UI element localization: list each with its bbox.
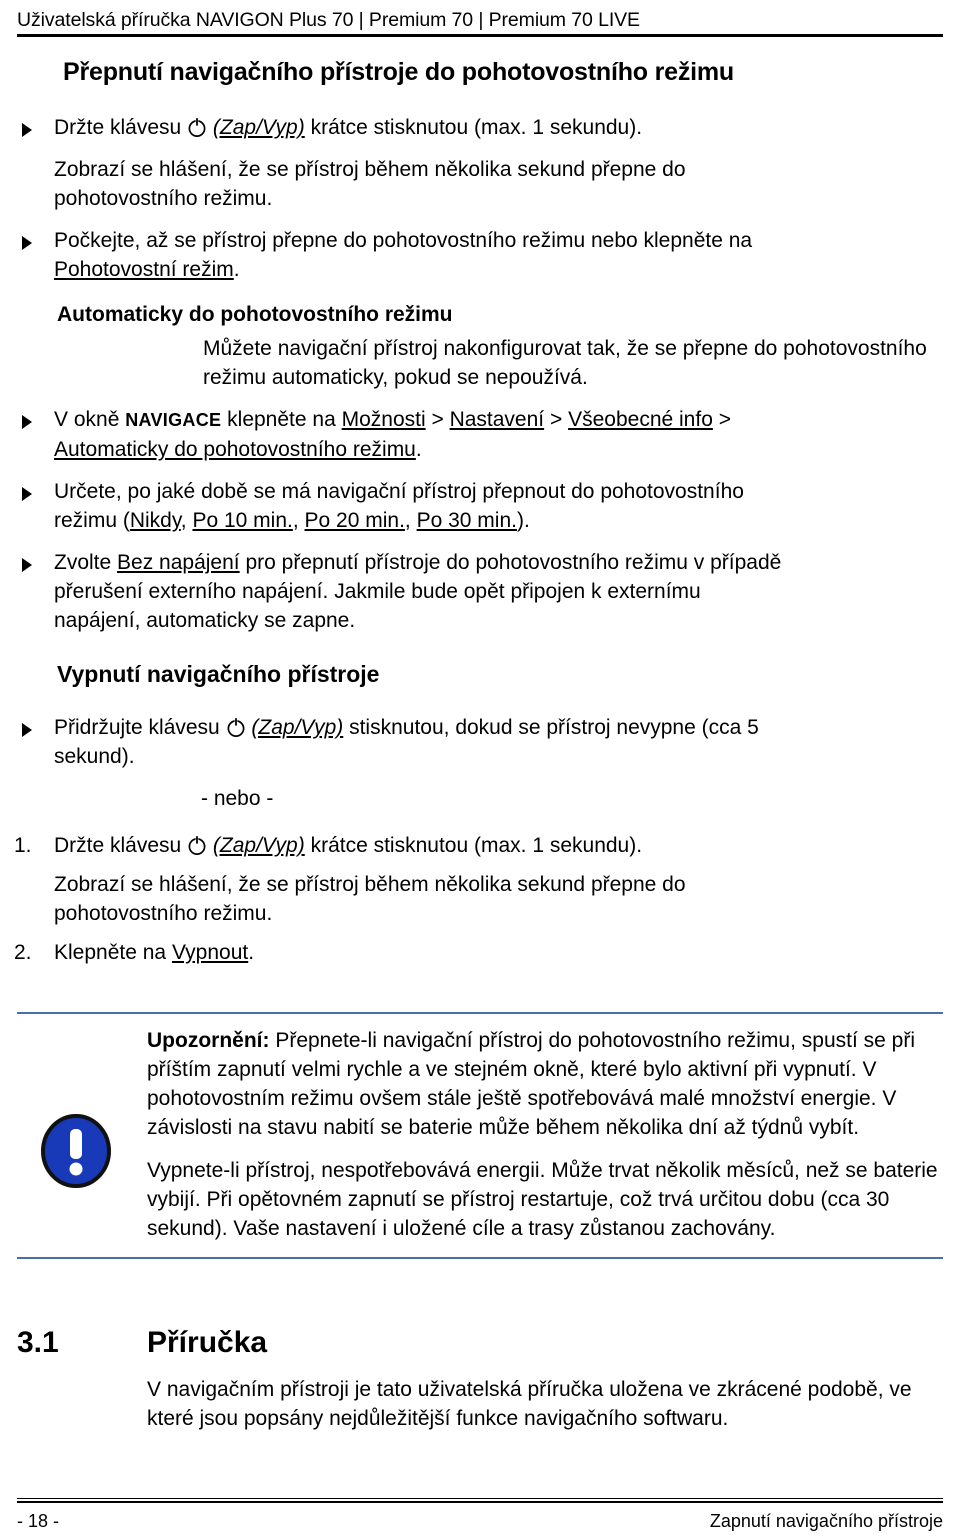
page-number: - 18 - bbox=[17, 1511, 60, 1531]
menu-link-vypnout[interactable]: Vypnout bbox=[172, 941, 248, 964]
note-box: Upozornění: Přepnete-li navigační přístr… bbox=[17, 1012, 943, 1259]
info-exclamation-icon bbox=[39, 1112, 113, 1190]
shutdown-bullet-list: Přidržujte klávesu (Zap/Vyp) stisknutou,… bbox=[0, 713, 800, 771]
list-number: 2. bbox=[14, 941, 32, 964]
bullet-text-post: ). bbox=[516, 509, 530, 532]
list-item: V okně Navigace klepněte na Možnosti > N… bbox=[0, 405, 790, 464]
section-heading: 3.1 Příručka bbox=[0, 1325, 960, 1361]
shutdown-heading: Vypnutí navigačního přístroje bbox=[57, 661, 380, 687]
list-item: 1. Držte klávesu (Zap/Vyp) krátce stiskn… bbox=[0, 831, 800, 860]
page-footer: - 18 - Zapnutí navigačního přístroje bbox=[17, 1498, 943, 1532]
option-po-20-min[interactable]: Po 20 min. bbox=[305, 509, 405, 532]
page-title: Přepnutí navigačního přístroje do pohoto… bbox=[63, 58, 734, 86]
list-item: Přidržujte klávesu (Zap/Vyp) stisknutou,… bbox=[0, 713, 800, 771]
section-title: Příručka bbox=[147, 1326, 268, 1359]
step-followup-text: Zobrazí se hlášení, že se přístroj během… bbox=[54, 873, 686, 925]
option-nikdy[interactable]: Nikdy bbox=[130, 509, 181, 532]
footer-running-title: Zapnutí navigačního přístroje bbox=[709, 1511, 943, 1531]
list-item: 2. Klepněte na Vypnout. bbox=[0, 938, 800, 967]
option-po-30-min[interactable]: Po 30 min. bbox=[417, 509, 517, 532]
section-number: 3.1 bbox=[17, 1326, 59, 1359]
step-text-pre: Klepněte na bbox=[54, 941, 167, 964]
bullet-triangle-icon bbox=[22, 236, 32, 250]
menu-link-nastaveni[interactable]: Nastavení bbox=[450, 408, 545, 431]
bullet-text-pre: V okně bbox=[54, 408, 120, 431]
step-text-post: krátce stisknutou (max. 1 sekundu). bbox=[310, 834, 643, 857]
step-text-post: . bbox=[248, 941, 255, 964]
page-header: Uživatelská příručka NAVIGON Plus 70 | P… bbox=[17, 8, 943, 37]
section-body-text: V navigačním přístroji je tato uživatels… bbox=[147, 1378, 912, 1430]
step-text-pre: Počkejte, až se přístroj přepne do pohot… bbox=[54, 229, 753, 252]
page-content: Přepnutí navigačního přístroje do pohoto… bbox=[0, 57, 960, 977]
header-divider bbox=[17, 34, 943, 37]
power-icon bbox=[187, 834, 207, 856]
step-text-post: . bbox=[233, 258, 240, 281]
bullet-text-post: . bbox=[415, 438, 422, 461]
list-item: Zvolte Bez napájení pro přepnutí přístro… bbox=[0, 548, 790, 635]
header-running-title: Uživatelská příručka NAVIGON Plus 70 | P… bbox=[17, 9, 640, 31]
menu-link-automaticky-standby[interactable]: Automaticky do pohotovostního režimu bbox=[54, 438, 416, 461]
shutdown-numbered-list: 1. Držte klávesu (Zap/Vyp) krátce stiskn… bbox=[0, 831, 800, 967]
bullet-triangle-icon bbox=[22, 487, 32, 501]
list-item: Určete, po jaké době se má navigační pří… bbox=[0, 477, 790, 535]
note-label: Upozornění: bbox=[147, 1029, 270, 1052]
option-po-10-min[interactable]: Po 10 min. bbox=[192, 509, 292, 532]
list-item: Držte klávesu (Zap/Vyp) krátce stisknuto… bbox=[0, 113, 800, 142]
window-name-navigace: Navigace bbox=[125, 410, 222, 430]
option-bez-napajeni[interactable]: Bez napájení bbox=[117, 551, 240, 574]
note-paragraph-2: Vypnete-li přístroj, nespotřebovává ener… bbox=[147, 1159, 938, 1240]
list-item-note: Zobrazí se hlášení, že se přístroj během… bbox=[0, 155, 800, 213]
alternative-separator-wrap: - nebo - bbox=[147, 784, 947, 813]
list-item: Počkejte, až se přístroj přepne do pohot… bbox=[0, 226, 800, 284]
step-followup-text: Zobrazí se hlášení, že se přístroj během… bbox=[54, 158, 686, 210]
note-paragraph-1: Upozornění: Přepnete-li navigační přístr… bbox=[147, 1026, 947, 1142]
or-separator: - nebo - bbox=[201, 787, 274, 810]
footer-row: - 18 - Zapnutí navigačního přístroje bbox=[17, 1510, 943, 1532]
step-key-label: (Zap/Vyp) bbox=[212, 116, 305, 139]
bullet-triangle-icon bbox=[22, 415, 32, 429]
auto-standby-heading: Automaticky do pohotovostního režimu bbox=[57, 303, 453, 326]
menu-link-moznosti[interactable]: Možnosti bbox=[342, 408, 426, 431]
bullet-text-pre: Zvolte bbox=[54, 551, 112, 574]
footer-divider-thick bbox=[17, 1501, 943, 1503]
bullet-text-pre: Přidržujte klávesu bbox=[54, 716, 220, 739]
step-text-pre: Držte klávesu bbox=[54, 116, 182, 139]
list-item-note: Zobrazí se hlášení, že se přístroj během… bbox=[0, 870, 800, 928]
bullet-triangle-icon bbox=[22, 123, 32, 137]
menu-separator: > bbox=[718, 408, 731, 431]
list-number: 1. bbox=[14, 834, 32, 857]
menu-separator: > bbox=[549, 408, 563, 431]
step-text-pre: Držte klávesu bbox=[54, 834, 182, 857]
step-key-label: (Zap/Vyp) bbox=[212, 834, 305, 857]
footer-divider-thin bbox=[17, 1498, 943, 1499]
bullet-triangle-icon bbox=[22, 558, 32, 572]
auto-standby-intro: Můžete navigační přístroj nakonfigurovat… bbox=[203, 334, 943, 392]
document-page: Uživatelská příručka NAVIGON Plus 70 | P… bbox=[0, 0, 960, 1540]
bullet-text-mid: klepněte na bbox=[227, 408, 336, 431]
note-text: Upozornění: Přepnete-li navigační přístr… bbox=[147, 1026, 947, 1243]
standby-step-list: Držte klávesu (Zap/Vyp) krátce stisknuto… bbox=[0, 113, 800, 284]
bullet-triangle-icon bbox=[22, 723, 32, 737]
section-3-1: 3.1 Příručka V navigačním přístroji je t… bbox=[0, 1325, 960, 1433]
power-icon bbox=[226, 716, 246, 738]
power-icon bbox=[187, 116, 207, 138]
step-text-post: krátce stisknutou (max. 1 sekundu). bbox=[310, 116, 643, 139]
menu-separator: > bbox=[431, 408, 444, 431]
intro-paragraph: Můžete navigační přístroj nakonfigurovat… bbox=[203, 337, 927, 389]
standby-mode-link[interactable]: Pohotovostní režim bbox=[54, 258, 234, 281]
step-key-label: (Zap/Vyp) bbox=[251, 716, 344, 739]
menu-link-vseobecne-info[interactable]: Všeobecné info bbox=[568, 408, 713, 431]
auto-standby-bullets: V okně Navigace klepněte na Možnosti > N… bbox=[0, 405, 790, 635]
